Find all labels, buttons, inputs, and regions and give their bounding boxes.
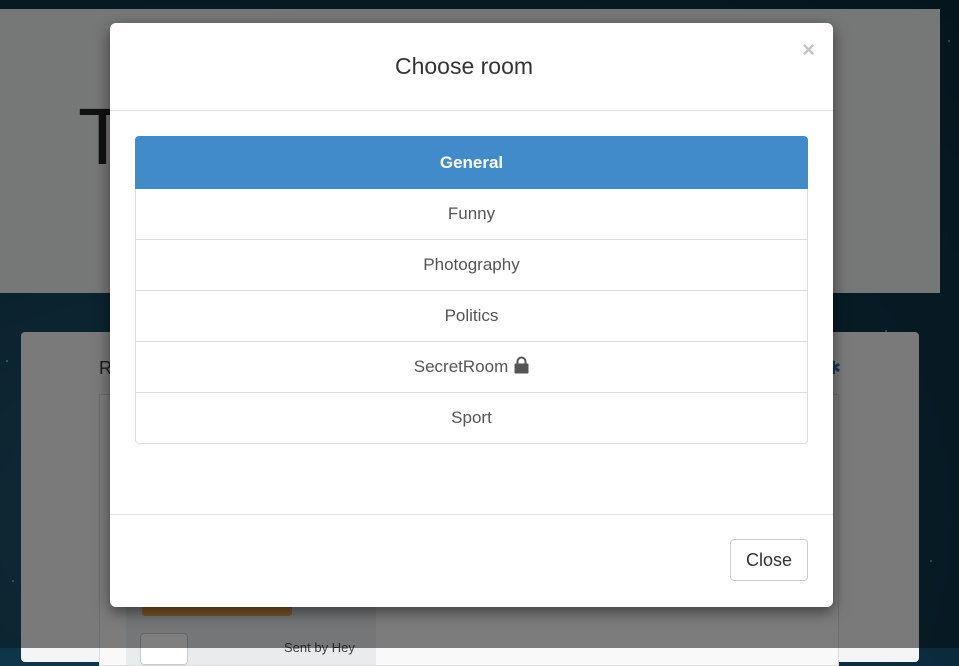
modal-footer: Close bbox=[110, 514, 833, 608]
lock-icon bbox=[514, 356, 529, 374]
room-item-sport[interactable]: Sport bbox=[135, 393, 808, 444]
room-label: Funny bbox=[447, 204, 496, 223]
room-item-general[interactable]: General bbox=[135, 136, 808, 189]
room-label: General bbox=[439, 152, 504, 172]
room-item-funny[interactable]: Funny bbox=[135, 189, 808, 240]
modal-title: Choose room bbox=[394, 53, 534, 79]
room-label: Sport bbox=[451, 408, 492, 427]
room-item-photography[interactable]: Photography bbox=[135, 240, 808, 291]
room-label: Photography bbox=[423, 255, 520, 274]
room-label: SecretRoom bbox=[413, 357, 509, 376]
room-item-secretroom[interactable]: SecretRoom bbox=[135, 342, 808, 393]
close-button[interactable]: Close bbox=[729, 539, 808, 581]
modal-header: Choose room × bbox=[110, 23, 833, 111]
close-icon[interactable]: × bbox=[802, 39, 815, 61]
room-label: Politics bbox=[444, 306, 499, 325]
choose-room-modal: Choose room × General Funny Photography … bbox=[110, 23, 833, 607]
room-list: General Funny Photography Politics Secre… bbox=[135, 136, 808, 444]
room-item-politics[interactable]: Politics bbox=[135, 291, 808, 342]
